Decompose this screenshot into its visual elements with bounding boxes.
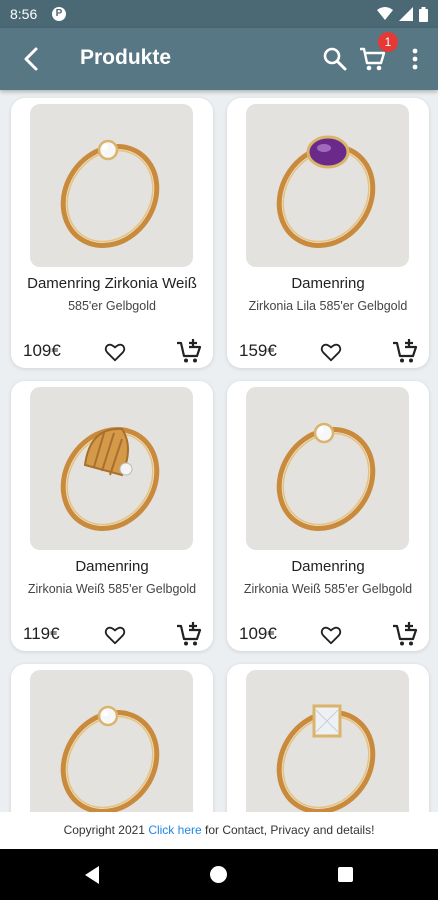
product-description: Zirkonia Lila 585'er Gelbgold: [248, 299, 408, 313]
product-name: Damenring: [75, 558, 149, 575]
add-to-cart-icon[interactable]: [176, 338, 202, 364]
product-price: 159€: [239, 341, 277, 360]
product-price: 119€: [23, 624, 60, 643]
product-description: Zirkonia Weiß 585'er Gelbgold: [27, 582, 197, 596]
wifi-icon: [377, 7, 393, 20]
product-image[interactable]: [246, 387, 409, 550]
nav-back-icon[interactable]: [82, 865, 102, 885]
favorite-heart-icon[interactable]: [320, 341, 342, 363]
signal-icon: [399, 7, 413, 21]
favorite-heart-icon[interactable]: [104, 341, 126, 363]
product-card[interactable]: Damenring Zirkonia Weiß 585'er Gelbgold 11…: [11, 381, 213, 651]
cart-count-badge: 1: [378, 32, 398, 52]
footer: Copyright 2021 Click here for Contact, P…: [0, 812, 438, 849]
product-description: 585'er Gelbgold: [68, 299, 156, 313]
product-card[interactable]: Damenring Zirkonia Lila 585'er Gelbgold 15…: [227, 98, 429, 368]
product-image[interactable]: [246, 670, 409, 812]
page-title: Produkte: [80, 46, 172, 69]
product-card[interactable]: Damenring Zirkonia Weiß 585'er Gelbgold 10…: [11, 98, 213, 368]
status-bar: 8:56 P: [0, 0, 438, 28]
product-card[interactable]: [227, 664, 429, 812]
back-arrow-icon[interactable]: [18, 45, 46, 73]
product-card[interactable]: [11, 664, 213, 812]
product-card[interactable]: Damenring Zirkonia Weiß 585'er Gelbgold 10…: [227, 381, 429, 651]
product-image[interactable]: [30, 670, 193, 812]
nav-recents-icon[interactable]: [338, 867, 353, 882]
product-description: Zirkonia Weiß 585'er Gelbgold: [243, 582, 413, 596]
add-to-cart-icon[interactable]: [392, 621, 418, 647]
favorite-heart-icon[interactable]: [104, 624, 126, 646]
product-image[interactable]: [246, 104, 409, 267]
battery-icon: [419, 6, 428, 22]
favorite-heart-icon[interactable]: [320, 624, 342, 646]
nav-home-icon[interactable]: [210, 866, 227, 883]
product-name: Damenring Zirkonia Weiß: [27, 275, 197, 292]
footer-copyright: Copyright 2021: [63, 823, 149, 837]
footer-link[interactable]: Click here: [148, 823, 201, 837]
product-price: 109€: [239, 624, 277, 643]
system-icons: [377, 5, 428, 23]
product-image[interactable]: [30, 104, 193, 267]
product-name: Damenring: [291, 275, 365, 292]
notification-app-icon: P: [52, 7, 66, 21]
search-icon[interactable]: [322, 46, 348, 72]
product-image[interactable]: [30, 387, 193, 550]
product-name: Damenring: [291, 558, 365, 575]
more-options-icon[interactable]: [408, 46, 422, 72]
add-to-cart-icon[interactable]: [176, 621, 202, 647]
system-nav-bar: [0, 849, 438, 900]
footer-text: for Contact, Privacy and details!: [201, 823, 375, 837]
product-grid: Damenring Zirkonia Weiß 585'er Gelbgold 10…: [0, 90, 438, 812]
app-bar: Produkte 1: [0, 28, 438, 90]
status-time: 8:56: [10, 6, 38, 22]
add-to-cart-icon[interactable]: [392, 338, 418, 364]
product-price: 109€: [23, 341, 61, 360]
